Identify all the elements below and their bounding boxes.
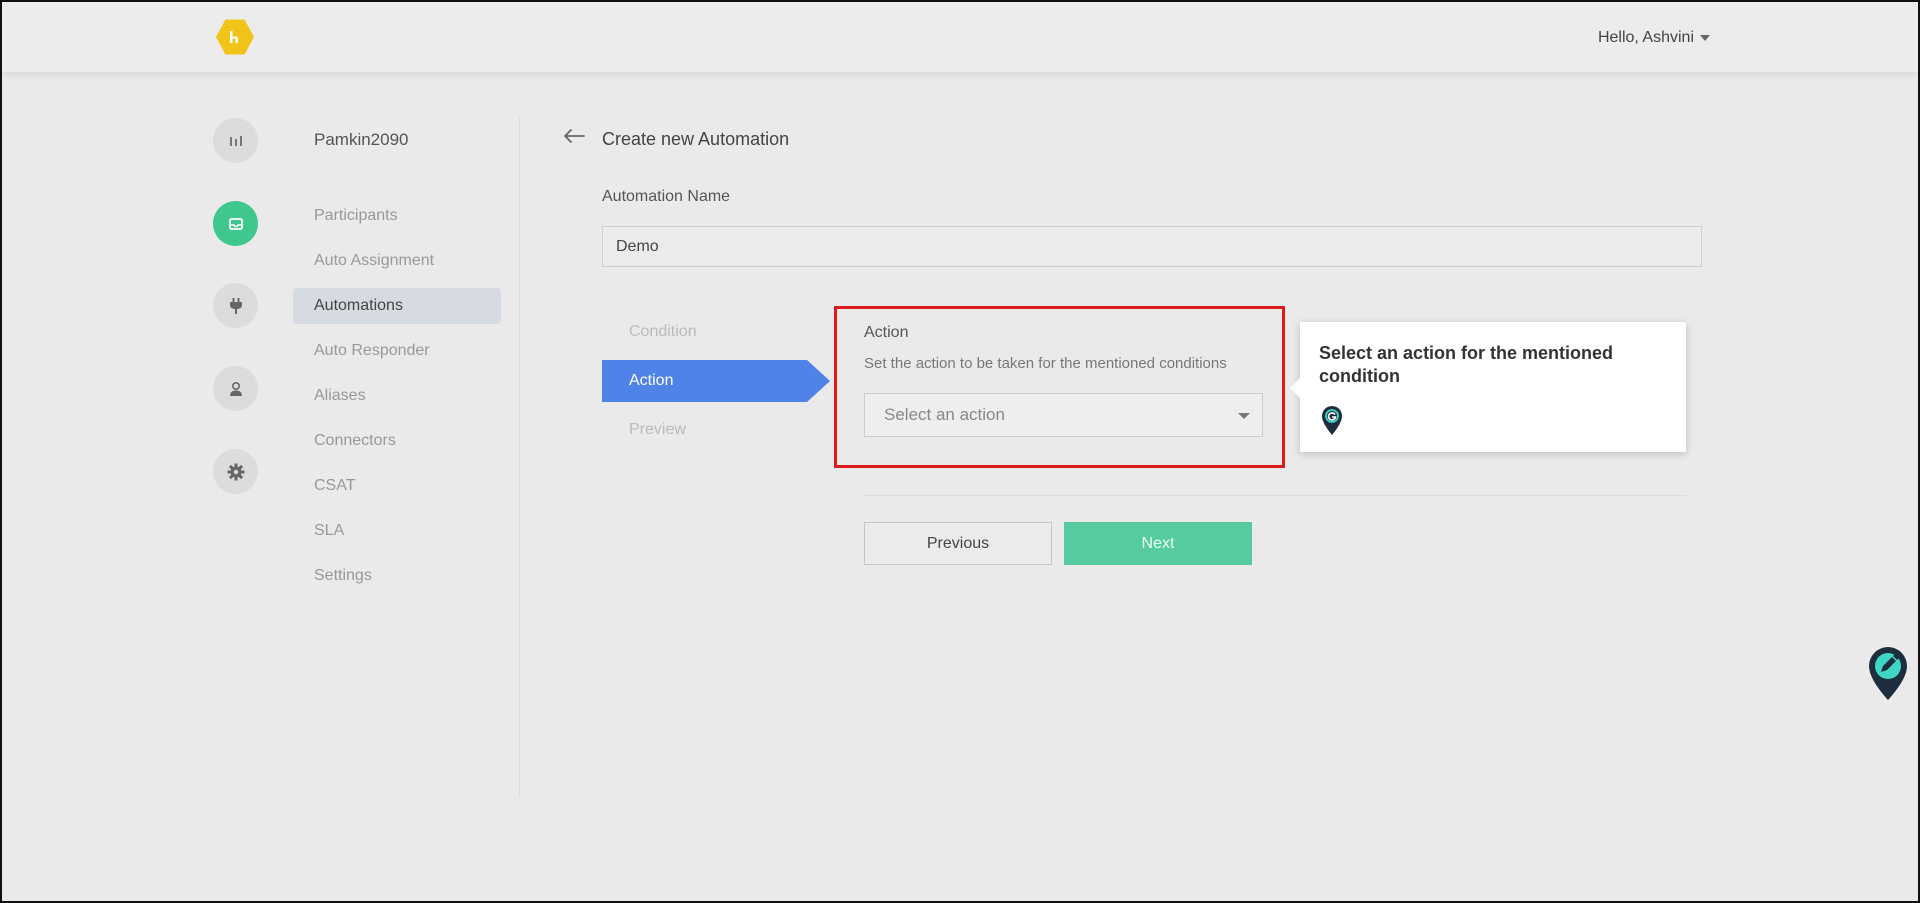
hexagon-logo-icon[interactable] (216, 19, 254, 55)
sidebar-divider (519, 117, 520, 797)
action-select-placeholder: Select an action (884, 405, 1005, 424)
next-button[interactable]: Next (1064, 522, 1252, 565)
page-title: Create new Automation (602, 129, 790, 149)
form-divider (864, 495, 1687, 496)
guide-launcher-icon[interactable] (1864, 644, 1912, 707)
sidebar-item-auto-responder[interactable]: Auto Responder (293, 333, 501, 369)
back-arrow-icon[interactable] (562, 128, 586, 149)
tooltip-text: Select an action for the mentioned condi… (1319, 343, 1614, 386)
sidebar-item-aliases[interactable]: Aliases (293, 378, 501, 414)
top-bar: Hello, Ashvini (2, 2, 1918, 72)
workspace-name: Pamkin2090 (314, 130, 409, 149)
greeting-text: Hello, Ashvini (1597, 29, 1694, 46)
chevron-down-icon (1700, 34, 1710, 41)
inbox-icon[interactable] (213, 201, 258, 246)
action-description: Set the action to be taken for the menti… (864, 355, 1227, 372)
gear-icon[interactable] (213, 449, 258, 494)
sidebar-item-auto-assignment[interactable]: Auto Assignment (293, 243, 501, 279)
chevron-down-icon (1238, 413, 1250, 419)
guide-tooltip: Select an action for the mentioned condi… (1290, 322, 1686, 452)
sidebar-item-sla[interactable]: SLA (293, 513, 501, 549)
sidebar-item-connectors[interactable]: Connectors (293, 423, 501, 459)
sidebar-item-csat[interactable]: CSAT (293, 468, 501, 504)
automation-name-label: Automation Name (602, 188, 731, 205)
step-condition[interactable]: Condition (602, 311, 807, 353)
sidebar-item-settings[interactable]: Settings (293, 558, 501, 594)
analytics-icon[interactable] (213, 118, 258, 163)
sidebar-item-automations[interactable]: Automations (293, 288, 501, 324)
sidebar-item-participants[interactable]: Participants (293, 198, 501, 234)
plug-icon[interactable] (213, 283, 258, 328)
action-select[interactable]: Select an action (864, 393, 1263, 437)
previous-button[interactable]: Previous (864, 522, 1052, 565)
user-icon[interactable] (213, 366, 258, 411)
guide-pin-icon[interactable] (1319, 404, 1345, 441)
step-preview[interactable]: Preview (602, 409, 807, 451)
step-action[interactable]: Action (602, 360, 830, 402)
action-section-title: Action (864, 324, 909, 341)
automation-name-input[interactable] (602, 226, 1702, 267)
user-menu[interactable]: Hello, Ashvini (1598, 29, 1710, 47)
